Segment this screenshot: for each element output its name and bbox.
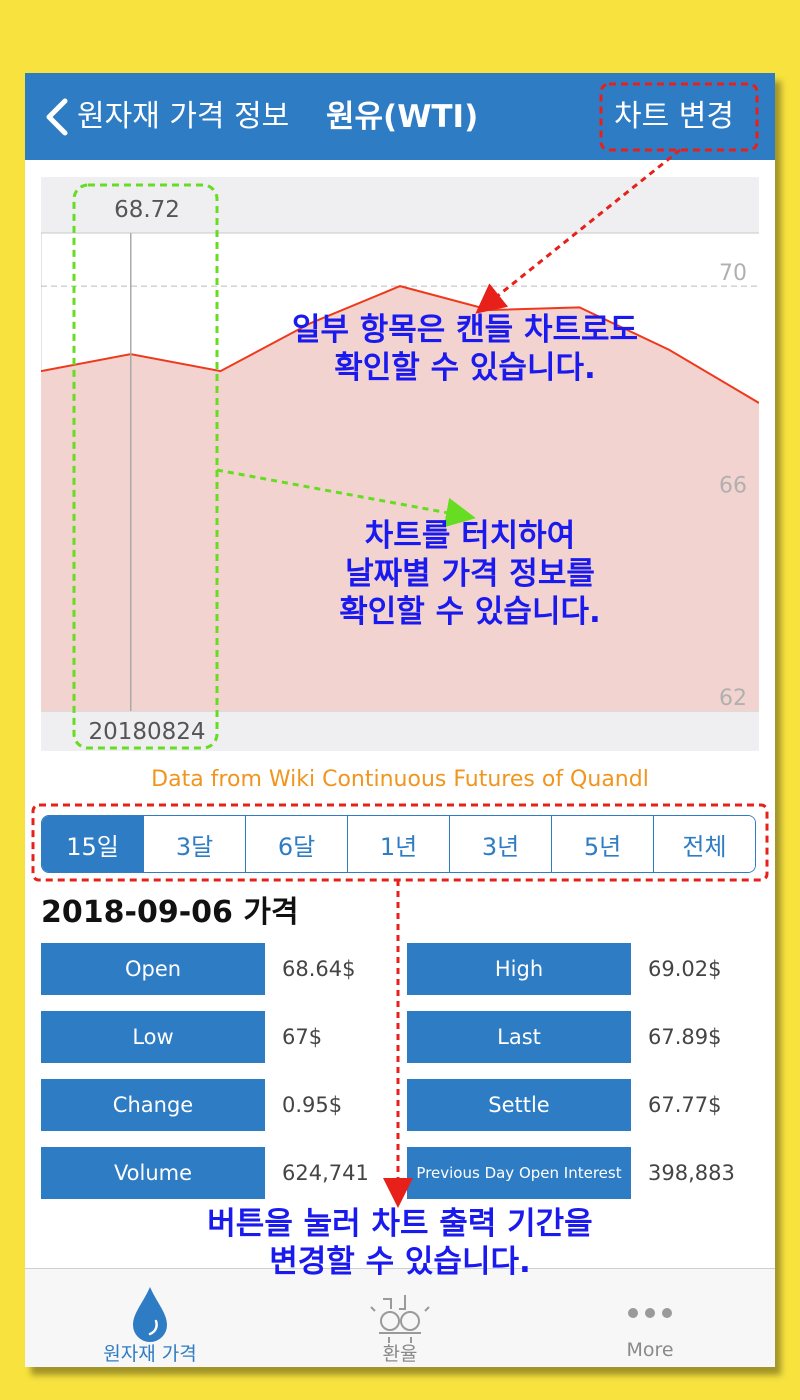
- price-chart[interactable]: 70 66 62 68.72 20180824: [41, 177, 759, 751]
- tooltip-value: 68.72: [114, 197, 180, 223]
- period-button[interactable]: 3년: [449, 816, 551, 872]
- period-button[interactable]: 1년: [347, 816, 449, 872]
- tab-label: More: [626, 1339, 674, 1361]
- annotation-line: 일부 항목은 캔들 차트로도: [291, 312, 639, 348]
- exchange-icon: [370, 1295, 430, 1343]
- app-screen: 원자재 가격 정보 원유(WTI) 차트 변경 70 66 62 68.72 201…: [25, 73, 775, 1367]
- back-chevron-icon[interactable]: [39, 95, 79, 139]
- price-field-label: Low: [41, 1011, 265, 1063]
- price-field-value: 0.95$: [282, 1093, 343, 1117]
- data-source-credit: Data from Wiki Continuous Futures of Qua…: [151, 767, 649, 792]
- candle-chart-annotation: 일부 항목은 캔들 차트로도 확인할 수 있습니다.: [200, 311, 730, 387]
- period-button[interactable]: 전체: [653, 816, 755, 872]
- period-segmented-control: 15일 3달 6달 1년 3년 5년 전체: [41, 815, 756, 873]
- price-date-heading: 2018-09-06 가격: [41, 895, 299, 930]
- drop-icon: [133, 1287, 167, 1342]
- price-field-value: 68.64$: [282, 957, 356, 981]
- price-field-value: 69.02$: [648, 957, 722, 981]
- back-button-label[interactable]: 원자재 가격 정보: [77, 95, 289, 139]
- price-field-value: 398,883: [648, 1161, 735, 1185]
- y-tick-label: 70: [719, 261, 747, 286]
- annotation-line: 날짜별 가격 정보를: [345, 556, 595, 592]
- period-button[interactable]: 5년: [551, 816, 653, 872]
- period-button[interactable]: 3달: [143, 816, 245, 872]
- price-field-label: Last: [407, 1011, 631, 1063]
- period-button-annotation: 버튼을 눌러 차트 출력 기간을 변경할 수 있습니다.: [130, 1205, 670, 1281]
- price-field-value: 67.89$: [648, 1025, 722, 1049]
- price-field-value: 624,741: [282, 1161, 369, 1185]
- touch-chart-annotation: 차트를 터치하여 날짜별 가격 정보를 확인할 수 있습니다.: [260, 517, 680, 631]
- tab-commodity-price[interactable]: 원자재 가격: [25, 1269, 275, 1367]
- price-field-label: High: [407, 943, 631, 995]
- change-chart-button[interactable]: 차트 변경: [614, 95, 734, 139]
- y-tick-label: 62: [719, 686, 747, 711]
- price-field-value: 67$: [282, 1025, 323, 1049]
- page-title: 원유(WTI): [326, 99, 479, 135]
- navigation-bar: 원자재 가격 정보 원유(WTI) 차트 변경: [25, 73, 775, 160]
- tab-bar: 원자재 가격 환율 More: [25, 1268, 775, 1367]
- tab-more[interactable]: More: [525, 1269, 775, 1367]
- price-field-value: 67.77$: [648, 1093, 722, 1117]
- tab-exchange-rate[interactable]: 환율: [275, 1269, 525, 1367]
- period-button[interactable]: 15일: [42, 816, 143, 872]
- annotation-line: 버튼을 눌러 차트 출력 기간을: [207, 1206, 593, 1242]
- tooltip-date: 20180824: [88, 719, 205, 745]
- y-tick-label: 66: [719, 474, 747, 499]
- tab-label: 원자재 가격: [103, 1343, 197, 1365]
- chart-canvas[interactable]: 70 66 62 68.72 20180824: [41, 177, 759, 751]
- price-field-label: Settle: [407, 1079, 631, 1131]
- annotation-line: 차트를 터치하여: [364, 518, 576, 554]
- period-button[interactable]: 6달: [245, 816, 347, 872]
- annotation-line: 확인할 수 있습니다.: [339, 594, 601, 630]
- price-field-label: Previous Day Open Interest: [407, 1147, 631, 1199]
- price-field-label: Change: [41, 1079, 265, 1131]
- tab-label: 환율: [382, 1343, 418, 1365]
- annotation-line: 확인할 수 있습니다.: [334, 350, 596, 386]
- price-field-label: Volume: [41, 1147, 265, 1199]
- annotation-line: 변경할 수 있습니다.: [269, 1244, 531, 1280]
- price-field-label: Open: [41, 943, 265, 995]
- more-dots-icon: [628, 1308, 672, 1318]
